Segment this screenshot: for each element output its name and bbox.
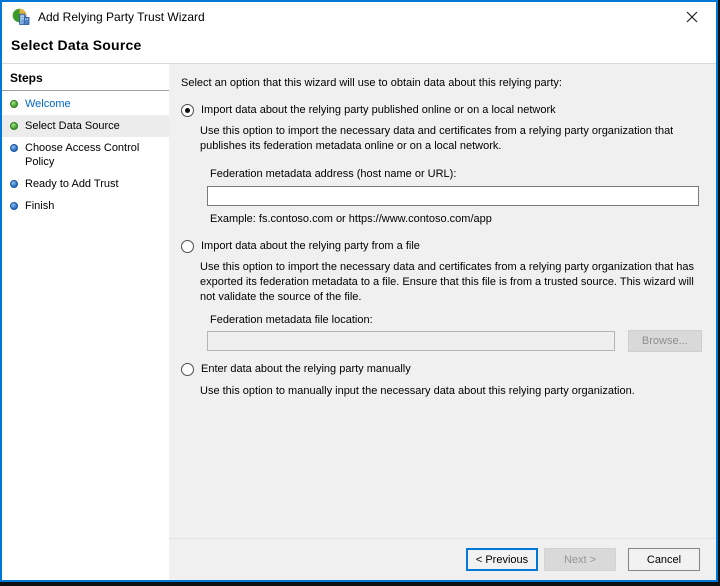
close-button[interactable]	[678, 4, 706, 30]
window-title: Add Relying Party Trust Wizard	[38, 10, 205, 24]
option-description: Use this option to manually input the ne…	[200, 385, 635, 397]
metadata-address-label: Federation metadata address (host name o…	[210, 168, 457, 180]
step-choose-access-control-policy: Choose Access Control Policy	[2, 137, 169, 173]
radio-selected-icon[interactable]	[181, 103, 194, 117]
metadata-file-input	[207, 331, 615, 351]
radio-unselected-icon[interactable]	[181, 362, 194, 376]
radio-option-import-online[interactable]: Import data about the relying party publ…	[181, 103, 702, 117]
cancel-button[interactable]: Cancel	[628, 548, 700, 571]
radio-label: Enter data about the relying party manua…	[201, 363, 411, 375]
metadata-address-input[interactable]	[207, 186, 699, 206]
page-title: Select Data Source	[11, 37, 142, 53]
option-description: Use this option to import the necessary …	[200, 261, 695, 303]
step-done-bullet-icon	[10, 122, 18, 130]
radio-option-import-file[interactable]: Import data about the relying party from…	[181, 239, 702, 253]
intro-text: Select an option that this wizard will u…	[181, 77, 562, 89]
main-content: Select an option that this wizard will u…	[169, 64, 716, 538]
radio-option-enter-manually[interactable]: Enter data about the relying party manua…	[181, 362, 702, 376]
step-todo-bullet-icon	[10, 180, 18, 188]
step-todo-bullet-icon	[10, 144, 18, 152]
wizard-window: Add Relying Party Trust Wizard Select Da…	[0, 0, 718, 582]
metadata-address-example: Example: fs.contoso.com or https://www.c…	[210, 213, 492, 225]
steps-heading: Steps	[2, 64, 169, 91]
page-header: Select Data Source	[2, 32, 716, 64]
radio-unselected-icon[interactable]	[181, 239, 194, 253]
step-select-data-source: Select Data Source	[2, 115, 169, 137]
step-todo-bullet-icon	[10, 202, 18, 210]
step-welcome[interactable]: Welcome	[2, 93, 169, 115]
next-button: Next >	[544, 548, 616, 571]
previous-button[interactable]: < Previous	[466, 548, 538, 571]
radio-label: Import data about the relying party publ…	[201, 104, 556, 116]
radio-label: Import data about the relying party from…	[201, 240, 420, 252]
steps-list: Welcome Select Data Source Choose Access…	[2, 91, 169, 217]
wizard-button-bar: < Previous Next > Cancel	[169, 538, 716, 580]
metadata-file-label: Federation metadata file location:	[210, 314, 373, 326]
browse-button: Browse...	[627, 330, 702, 352]
title-bar[interactable]: Add Relying Party Trust Wizard	[2, 2, 716, 32]
step-ready-to-add-trust: Ready to Add Trust	[2, 173, 169, 195]
step-finish: Finish	[2, 195, 169, 217]
adfs-wizard-icon	[12, 8, 30, 26]
steps-sidebar: Steps Welcome Select Data Source Choose …	[2, 64, 169, 580]
step-done-bullet-icon	[10, 100, 18, 108]
close-icon	[686, 11, 698, 23]
option-description: Use this option to import the necessary …	[200, 125, 674, 152]
